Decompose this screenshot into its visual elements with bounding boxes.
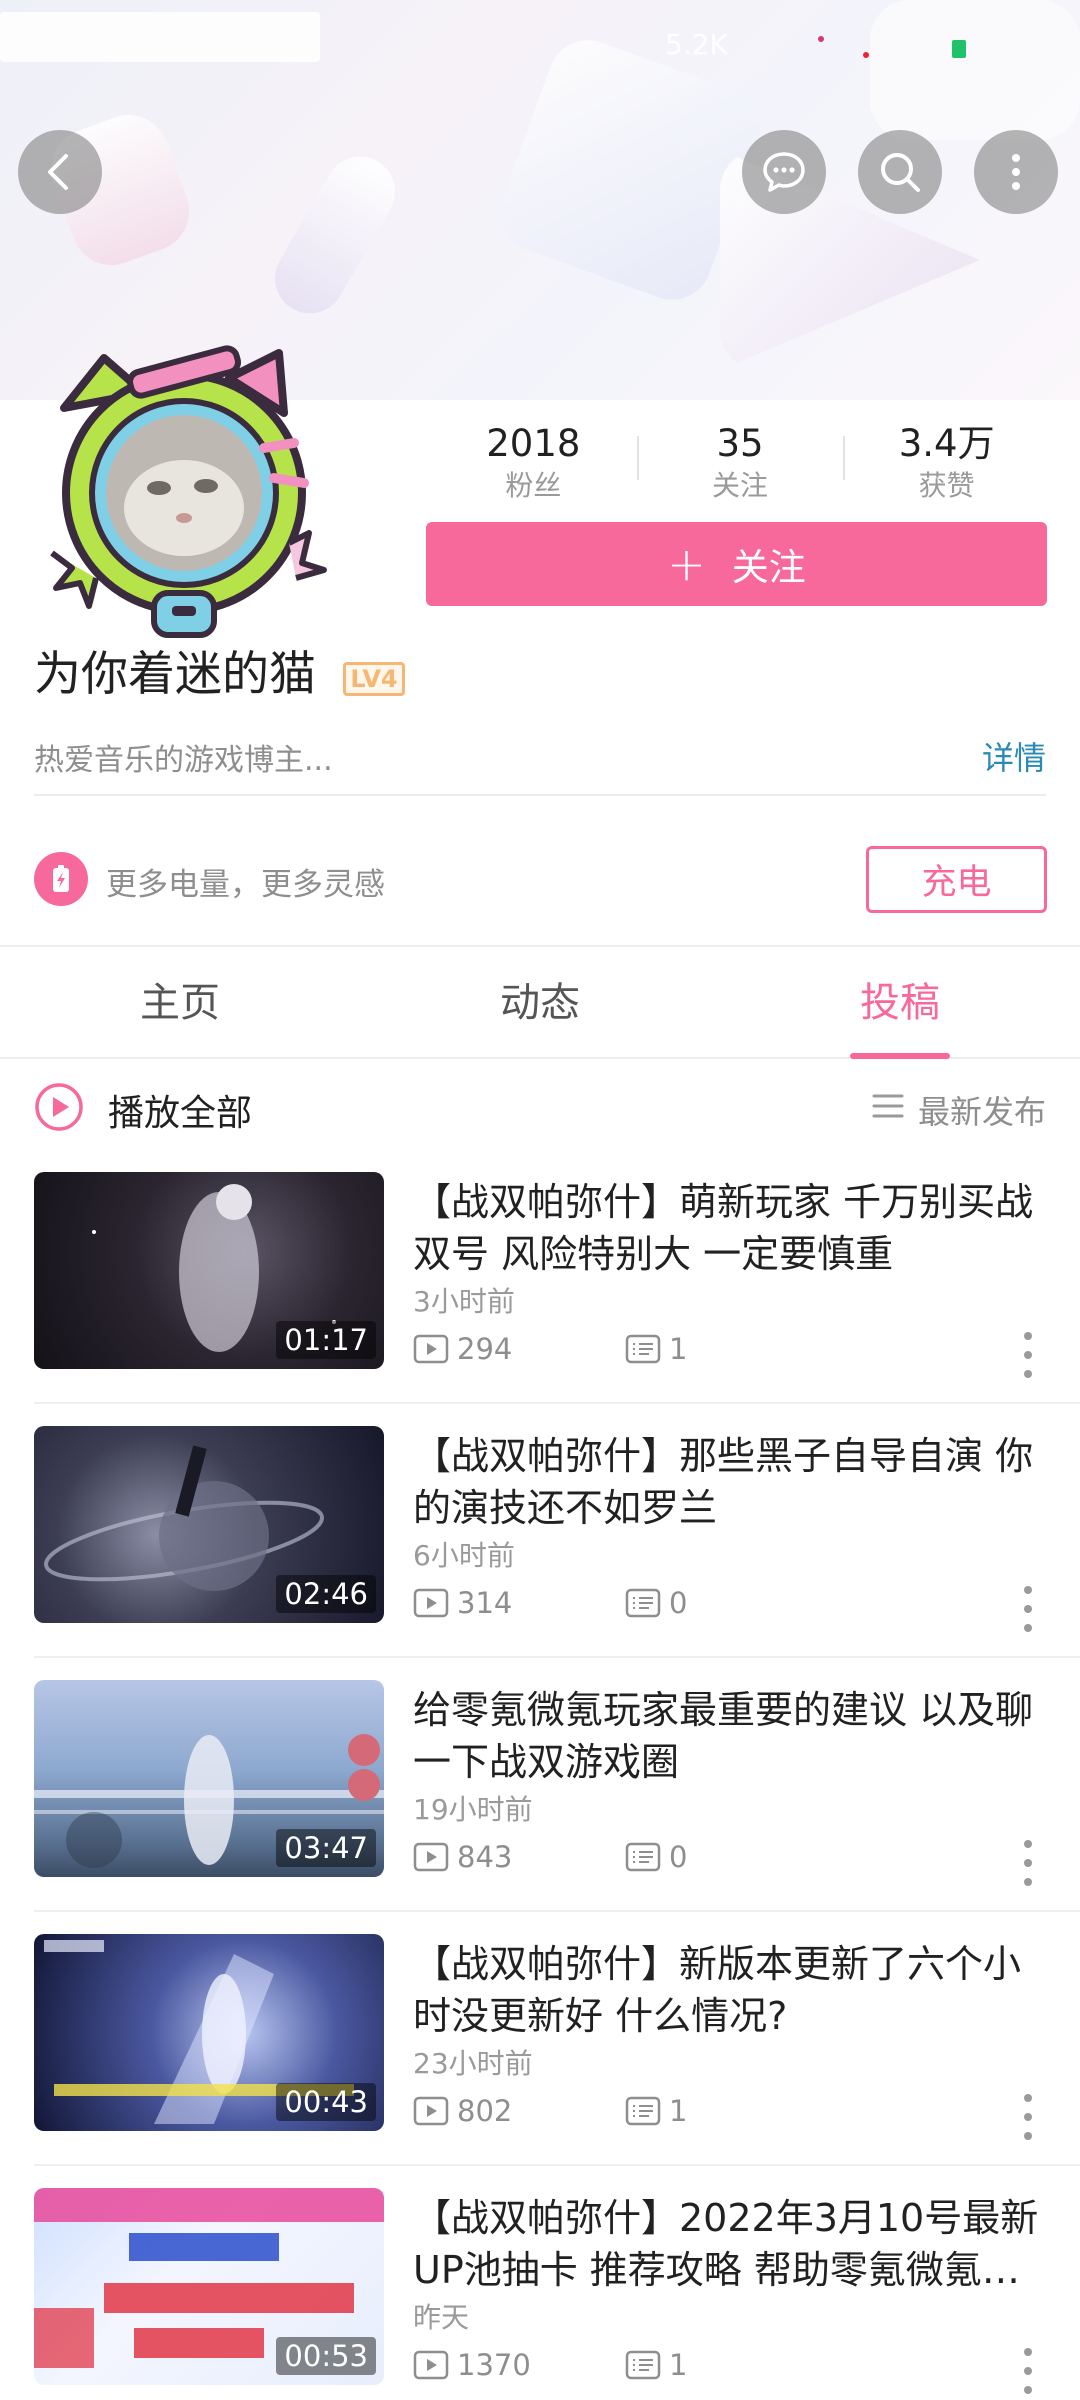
stat-label: 粉丝 — [505, 469, 562, 502]
profile-stats: 2018 粉丝 35 关注 3.4万 获赞 — [430, 420, 1050, 502]
stat-value: 35 — [716, 422, 764, 465]
video-item[interactable]: 00:43 【战双帕弥什】新版本更新了六个小时没更新好 什么情况? 23小时前 … — [0, 1934, 1080, 2188]
video-time: 6小时前 — [413, 1539, 515, 1572]
search-button[interactable] — [858, 130, 942, 214]
sort-button[interactable]: 最新发布 — [918, 1087, 1046, 1133]
divider — [34, 1402, 1080, 1404]
network-speed: 5.2K — [665, 28, 728, 61]
stat-fans[interactable]: 2018 粉丝 — [430, 420, 637, 502]
stat-label: 关注 — [712, 469, 769, 502]
more-vertical-icon[interactable] — [1016, 1328, 1040, 1382]
bio-text: 热爱音乐的游戏博主... — [34, 743, 333, 778]
comment-count-icon — [625, 2350, 661, 2380]
stat-likes: 3.4万 获赞 — [843, 420, 1050, 502]
message-button[interactable] — [742, 130, 826, 214]
video-views: 294 — [457, 1332, 513, 1366]
video-item[interactable]: 01:17 【战双帕弥什】萌新玩家 千万别买战双号 风险特别大 一定要慎重 3小… — [0, 1172, 1080, 1426]
tab-dynamics[interactable]: 动态 — [360, 947, 720, 1057]
comment-count-icon — [625, 2096, 661, 2126]
video-thumbnail[interactable]: 02:46 — [34, 1426, 384, 1623]
video-comments: 1 — [669, 1332, 688, 1366]
stat-following[interactable]: 35 关注 — [636, 420, 844, 502]
video-title: 【战双帕弥什】2022年3月10号最新UP池抽卡 推荐攻略 帮助零氪微氪萌新 — [413, 2196, 1039, 2292]
play-count-icon — [413, 1842, 449, 1872]
stat-label: 获赞 — [918, 469, 975, 502]
profile-tabs: 主页 动态 投稿 — [0, 947, 1080, 1059]
video-duration: 00:43 — [276, 2083, 376, 2121]
avatar[interactable] — [34, 338, 334, 638]
video-time: 3小时前 — [413, 1285, 515, 1318]
more-vertical-icon[interactable] — [1016, 1836, 1040, 1890]
video-comments: 0 — [669, 1840, 688, 1874]
avatar-pendant-icon — [50, 345, 327, 638]
video-views: 843 — [457, 1840, 513, 1874]
stat-value: 2018 — [486, 422, 581, 465]
video-thumbnail[interactable]: 01:17 — [34, 1172, 384, 1369]
video-time: 昨天 — [413, 2301, 470, 2334]
charge-promo-text: 更多电量，更多灵感 — [106, 867, 385, 903]
video-thumbnail[interactable]: 03:47 — [34, 1680, 384, 1877]
more-vertical-icon[interactable] — [1016, 2344, 1040, 2398]
status-bar-blur — [0, 12, 320, 62]
comment-count-icon — [625, 1842, 661, 1872]
more-vertical-icon[interactable] — [1016, 1582, 1040, 1636]
divider — [34, 794, 1046, 796]
username: 为你着迷的猫 — [34, 647, 316, 702]
divider — [34, 1910, 1080, 1912]
video-views: 802 — [457, 2094, 513, 2128]
battery-icon — [952, 40, 966, 58]
plus-icon: + — [667, 537, 706, 591]
tab-home[interactable]: 主页 — [0, 947, 360, 1057]
comment-count-icon — [625, 1334, 661, 1364]
back-button[interactable] — [18, 130, 102, 214]
list-header: 播放全部 最新发布 — [0, 1062, 1080, 1152]
level-badge: LV4 — [343, 662, 405, 696]
video-thumbnail[interactable]: 00:53 — [34, 2188, 384, 2385]
video-time: 23小时前 — [413, 2047, 533, 2080]
play-all-button[interactable]: 播放全部 — [108, 1084, 252, 1136]
chat-bubble-icon — [763, 152, 805, 192]
video-item[interactable]: 00:53 【战双帕弥什】2022年3月10号最新UP池抽卡 推荐攻略 帮助零氪… — [0, 2188, 1080, 2400]
divider — [34, 2164, 1080, 2166]
video-item[interactable]: 03:47 给零氪微氪玩家最重要的建议 以及聊一下战双游戏圈 19小时前 843… — [0, 1680, 1080, 1934]
search-icon — [881, 153, 920, 192]
video-title: 【战双帕弥什】那些黑子自导自演 你的演技还不如罗兰 — [413, 1434, 1034, 1530]
video-comments: 1 — [669, 2348, 688, 2382]
play-count-icon — [413, 1334, 449, 1364]
play-count-icon — [413, 1588, 449, 1618]
tab-uploads[interactable]: 投稿 — [720, 947, 1080, 1059]
more-button[interactable] — [974, 130, 1058, 214]
video-comments: 1 — [669, 2094, 688, 2128]
more-vertical-icon — [1012, 154, 1020, 190]
status-dot — [818, 36, 824, 42]
video-title: 给零氪微氪玩家最重要的建议 以及聊一下战双游戏圈 — [413, 1688, 1034, 1784]
video-duration: 03:47 — [276, 1829, 376, 1867]
charge-button[interactable]: 充电 — [866, 846, 1047, 913]
sort-icon — [872, 1094, 904, 1118]
video-title: 【战双帕弥什】萌新玩家 千万别买战双号 风险特别大 一定要慎重 — [413, 1180, 1034, 1276]
details-link[interactable]: 详情 — [982, 733, 1046, 779]
back-arrow-icon — [48, 154, 68, 190]
follow-button[interactable]: + 关注 — [426, 522, 1047, 606]
comment-count-icon — [625, 1588, 661, 1618]
video-thumbnail[interactable]: 00:43 — [34, 1934, 384, 2131]
video-item[interactable]: 02:46 【战双帕弥什】那些黑子自导自演 你的演技还不如罗兰 6小时前 314… — [0, 1426, 1080, 1680]
follow-label: 关注 — [731, 546, 806, 589]
video-duration: 02:46 — [276, 1575, 376, 1613]
video-views: 1370 — [457, 2348, 531, 2382]
battery-charge-icon — [34, 852, 88, 906]
video-duration: 00:53 — [276, 2337, 376, 2375]
video-comments: 0 — [669, 1586, 688, 1620]
video-title: 【战双帕弥什】新版本更新了六个小时没更新好 什么情况? — [413, 1942, 1022, 2038]
status-dot — [863, 52, 869, 58]
play-count-icon — [413, 2096, 449, 2126]
play-all-icon[interactable] — [34, 1082, 84, 1132]
video-time: 19小时前 — [413, 1793, 533, 1826]
more-vertical-icon[interactable] — [1016, 2090, 1040, 2144]
video-views: 314 — [457, 1586, 513, 1620]
divider — [34, 1656, 1080, 1658]
play-count-icon — [413, 2350, 449, 2380]
stat-value: 3.4万 — [898, 422, 995, 465]
video-duration: 01:17 — [276, 1321, 376, 1359]
